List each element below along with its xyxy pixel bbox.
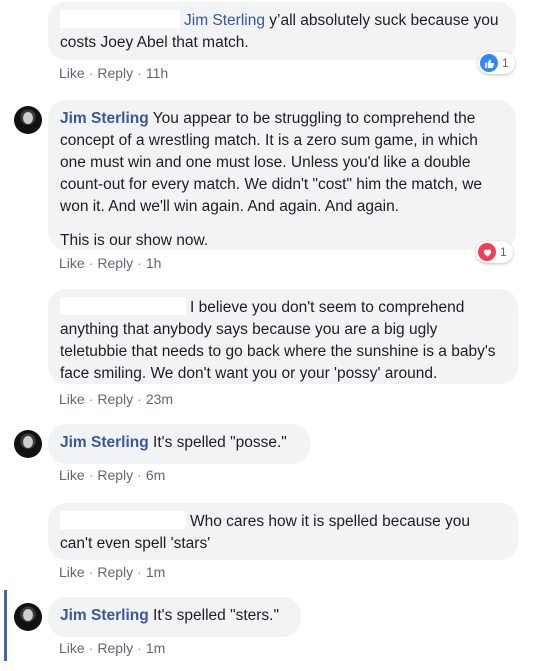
comment-author[interactable]: Jim Sterling <box>60 607 149 624</box>
redacted-name <box>60 511 186 529</box>
reply-link[interactable]: Reply <box>97 255 133 271</box>
separator: · <box>88 391 94 407</box>
timestamp[interactable]: 1m <box>146 640 165 656</box>
comment-author[interactable]: Jim Sterling <box>60 110 149 127</box>
heart-icon <box>478 243 496 261</box>
separator: · <box>88 640 94 656</box>
like-link[interactable]: Like <box>59 65 85 81</box>
separator: · <box>88 467 94 483</box>
redacted-name <box>60 297 186 315</box>
separator: · <box>137 255 142 271</box>
comment-text-secondary: This is our show now. <box>60 232 209 249</box>
separator: · <box>88 255 94 271</box>
timestamp[interactable]: 6m <box>146 467 165 483</box>
comment-actions: Like · Reply · 11h <box>59 65 168 81</box>
reply-link[interactable]: Reply <box>97 564 133 580</box>
timestamp[interactable]: 1h <box>146 255 162 271</box>
separator: · <box>137 564 142 580</box>
comment-actions: Like · Reply · 1h <box>59 255 161 271</box>
comment-author[interactable]: Jim Sterling <box>184 12 265 29</box>
comment-text: It's spelled "posse." <box>148 434 287 451</box>
reaction-badge[interactable]: 1 <box>478 52 515 74</box>
separator: · <box>137 640 142 656</box>
like-link[interactable]: Like <box>59 391 85 407</box>
separator: · <box>137 65 142 81</box>
comment-text: It's spelled "sters." <box>148 607 279 624</box>
reply-link[interactable]: Reply <box>97 467 133 483</box>
timestamp[interactable]: 23m <box>146 391 173 407</box>
reaction-count: 1 <box>500 245 507 259</box>
comment-actions: Like · Reply · 23m <box>59 391 173 407</box>
separator: · <box>88 564 94 580</box>
like-link[interactable]: Like <box>59 467 85 483</box>
comment-bubble: I believe you don't seem to comprehend a… <box>48 289 518 384</box>
comment-bubble: Jim Sterling You appear to be struggling… <box>48 100 516 250</box>
thumbs-up-icon <box>480 54 498 72</box>
reply-link[interactable]: Reply <box>97 640 133 656</box>
comment-actions: Like · Reply · 6m <box>59 467 165 483</box>
comment-actions: Like · Reply · 1m <box>59 564 165 580</box>
comment-actions: Like · Reply · 1m <box>59 640 165 656</box>
avatar[interactable] <box>14 106 42 134</box>
avatar[interactable] <box>14 603 42 631</box>
avatar[interactable] <box>14 430 42 458</box>
reply-link[interactable]: Reply <box>97 391 133 407</box>
like-link[interactable]: Like <box>59 255 85 271</box>
like-link[interactable]: Like <box>59 564 85 580</box>
comment-bubble: Jim Sterling It's spelled "sters." <box>48 597 301 637</box>
separator: · <box>137 391 142 407</box>
comment-bubble: Who cares how it is spelled because you … <box>48 503 518 560</box>
like-link[interactable]: Like <box>59 640 85 656</box>
reply-link[interactable]: Reply <box>97 65 133 81</box>
timestamp[interactable]: 1m <box>146 564 165 580</box>
reaction-badge[interactable]: 1 <box>476 241 513 263</box>
separator: · <box>88 65 94 81</box>
redacted-name <box>60 10 180 28</box>
comment-author[interactable]: Jim Sterling <box>60 434 149 451</box>
comment-bubble: Jim Sterling It's spelled "posse." <box>48 424 310 464</box>
separator: · <box>137 467 142 483</box>
highlight-bar <box>4 590 7 661</box>
reaction-count: 1 <box>502 56 509 70</box>
comment-bubble: Jim Sterling y’all absolutely suck becau… <box>48 2 516 60</box>
timestamp[interactable]: 11h <box>146 65 168 81</box>
